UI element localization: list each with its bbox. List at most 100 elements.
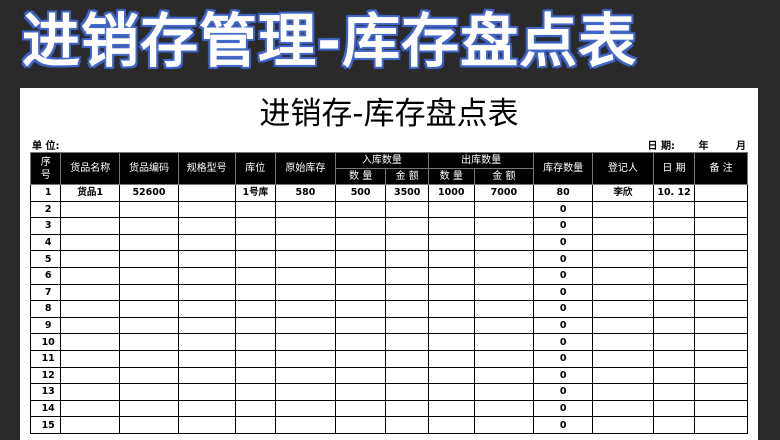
cell-remark[interactable] [694,233,748,252]
cell-recorder[interactable] [592,300,654,318]
cell-stock[interactable]: 0 [533,300,593,318]
cell-in-amount[interactable] [385,200,429,219]
cell-out-amount[interactable] [473,333,535,351]
cell-out-qty[interactable] [427,233,475,252]
cell-name[interactable] [60,399,121,418]
cell-code[interactable]: 52600 [119,184,179,202]
cell-spec[interactable] [177,217,236,235]
cell-seq[interactable]: 8 [29,300,62,318]
cell-name[interactable] [60,250,121,268]
cell-seq[interactable]: 3 [29,217,62,235]
cell-stock[interactable]: 0 [533,333,593,351]
cell-stock[interactable]: 0 [533,283,593,302]
cell-out-amount[interactable] [473,316,535,335]
cell-recorder[interactable] [592,366,654,385]
cell-spec[interactable] [177,283,236,302]
cell-initial[interactable] [275,200,336,219]
cell-code[interactable] [119,383,179,401]
cell-recorder[interactable] [592,333,654,351]
cell-spec[interactable] [177,333,236,351]
cell-code[interactable] [119,266,179,285]
cell-name[interactable] [60,366,121,385]
cell-remark[interactable] [694,333,748,351]
cell-spec[interactable] [177,383,236,401]
cell-name[interactable] [60,316,121,335]
cell-remark[interactable] [694,184,748,202]
cell-out-qty[interactable]: 1000 [427,184,475,202]
cell-out-amount[interactable] [473,250,535,268]
cell-remark[interactable] [694,217,748,235]
cell-out-amount[interactable] [473,283,535,302]
cell-out-amount[interactable] [473,399,535,418]
cell-in-amount[interactable] [385,316,429,335]
cell-remark[interactable] [694,250,748,268]
cell-date[interactable] [652,300,696,318]
cell-stock[interactable]: 0 [533,349,593,368]
cell-code[interactable] [119,250,179,268]
cell-date[interactable] [652,217,696,235]
cell-location[interactable] [234,266,277,285]
cell-name[interactable] [60,217,121,235]
cell-location[interactable] [234,200,277,219]
cell-out-qty[interactable] [427,217,475,235]
cell-spec[interactable] [177,366,236,385]
cell-location[interactable] [234,250,277,268]
cell-in-amount[interactable] [385,283,429,302]
cell-remark[interactable] [694,283,748,302]
cell-spec[interactable] [177,399,236,418]
cell-code[interactable] [119,283,179,302]
cell-date[interactable] [652,383,696,401]
cell-out-amount[interactable] [473,383,535,401]
cell-in-qty[interactable] [334,416,387,434]
cell-in-qty[interactable] [334,349,387,368]
cell-recorder[interactable]: 李欣 [592,184,654,202]
cell-date[interactable]: 10. 12 [652,184,696,202]
cell-out-amount[interactable] [473,200,535,219]
cell-stock[interactable]: 0 [533,250,593,268]
cell-out-qty[interactable] [427,383,475,401]
cell-in-qty[interactable] [334,266,387,285]
cell-in-qty[interactable] [334,316,387,335]
cell-date[interactable] [652,416,696,434]
cell-in-amount[interactable] [385,233,429,252]
cell-remark[interactable] [694,399,748,418]
cell-in-qty[interactable] [334,383,387,401]
cell-code[interactable] [119,416,179,434]
cell-name[interactable] [60,283,121,302]
cell-initial[interactable] [275,383,336,401]
cell-remark[interactable] [694,266,748,285]
cell-name[interactable] [60,333,121,351]
cell-out-qty[interactable] [427,399,475,418]
cell-spec[interactable] [177,233,236,252]
cell-recorder[interactable] [592,217,654,235]
cell-remark[interactable] [694,316,748,335]
cell-seq[interactable]: 13 [29,383,62,401]
cell-out-qty[interactable] [427,366,475,385]
cell-in-qty[interactable] [334,300,387,318]
cell-stock[interactable]: 0 [533,200,593,219]
cell-in-amount[interactable] [385,349,429,368]
cell-remark[interactable] [694,366,748,385]
cell-recorder[interactable] [592,250,654,268]
cell-recorder[interactable] [592,200,654,219]
cell-code[interactable] [119,217,179,235]
cell-in-amount[interactable] [385,416,429,434]
cell-out-qty[interactable] [427,349,475,368]
cell-recorder[interactable] [592,416,654,434]
cell-seq[interactable]: 14 [29,399,62,418]
cell-location[interactable] [234,300,277,318]
cell-date[interactable] [652,200,696,219]
cell-seq[interactable]: 9 [29,316,62,335]
cell-in-amount[interactable] [385,333,429,351]
cell-name[interactable] [60,416,121,434]
cell-in-qty[interactable] [334,333,387,351]
cell-in-amount[interactable] [385,300,429,318]
cell-location[interactable] [234,349,277,368]
cell-date[interactable] [652,233,696,252]
cell-location[interactable]: 1号库 [234,184,277,202]
cell-seq[interactable]: 10 [29,333,62,351]
cell-code[interactable] [119,200,179,219]
cell-recorder[interactable] [592,233,654,252]
cell-in-amount[interactable]: 3500 [385,184,429,202]
cell-seq[interactable]: 5 [29,250,62,268]
